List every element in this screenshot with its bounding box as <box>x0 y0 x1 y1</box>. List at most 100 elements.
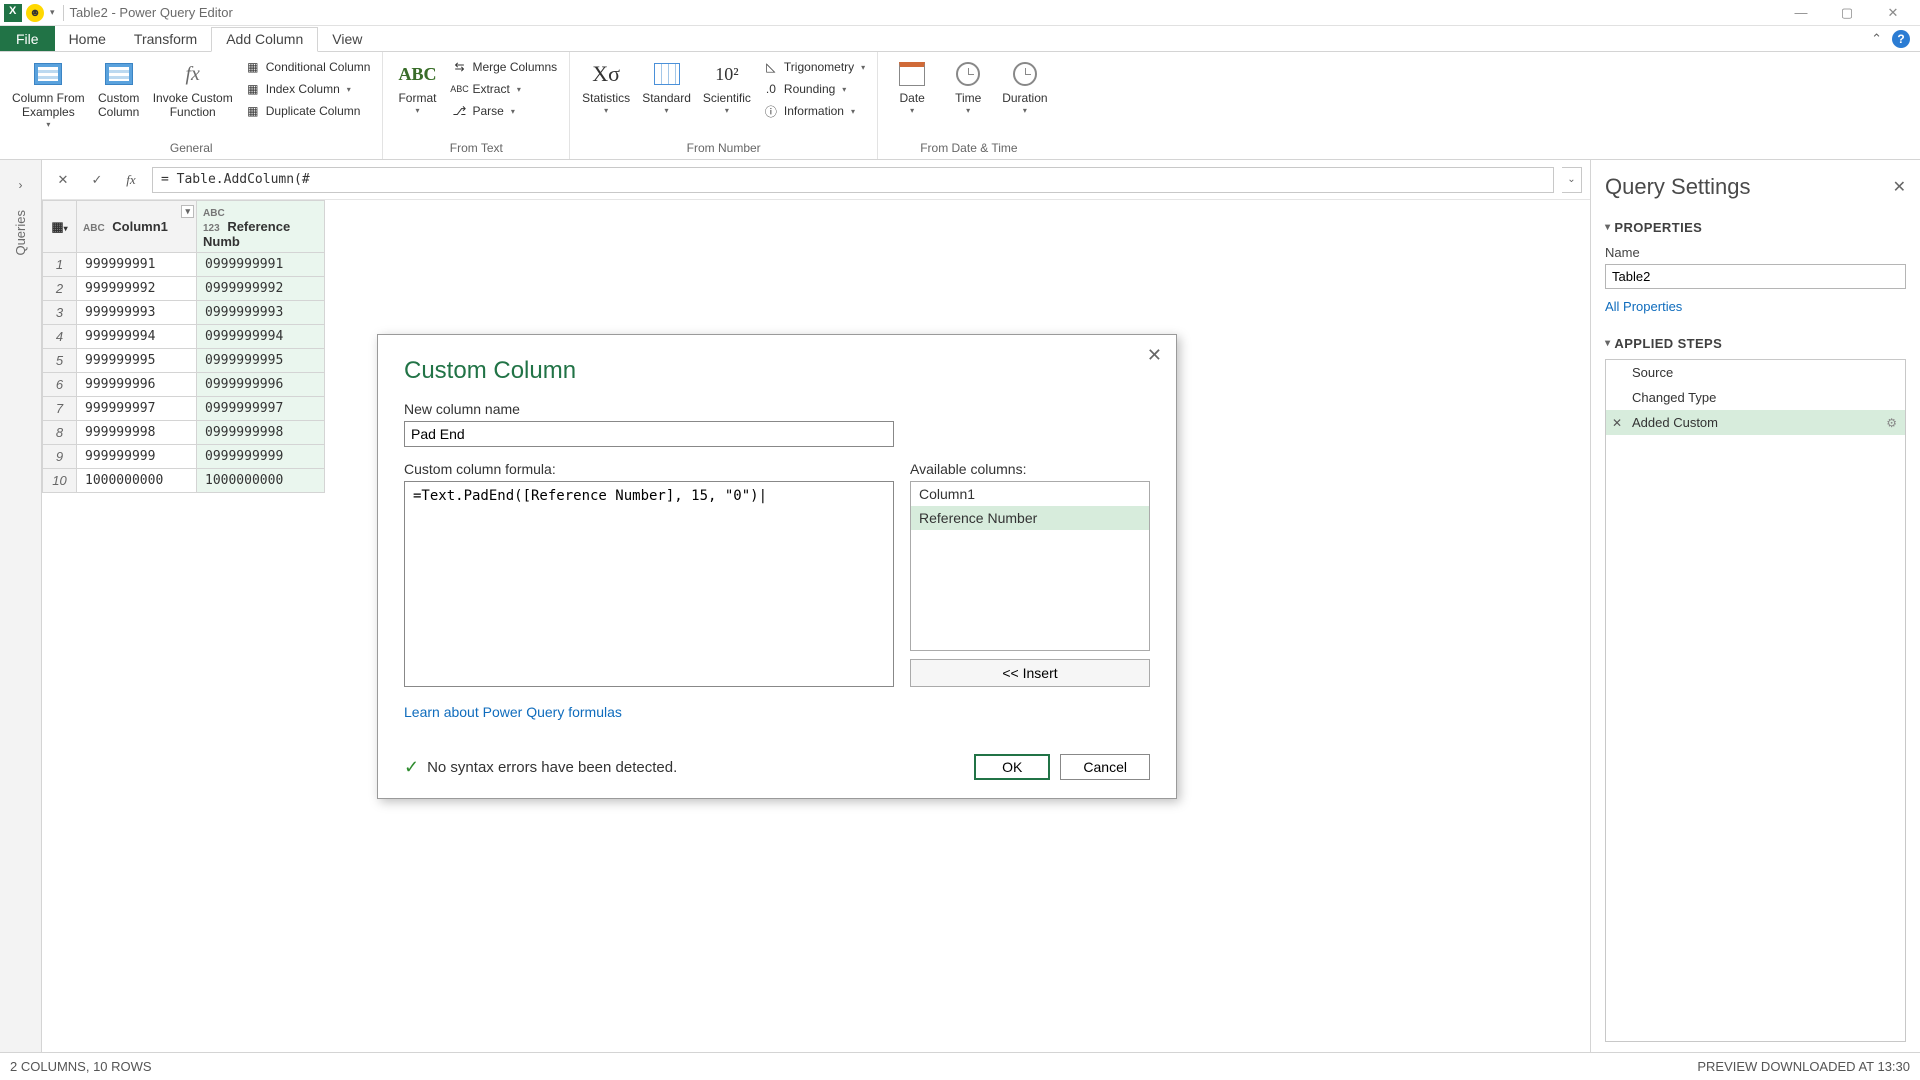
duration-icon <box>1013 62 1037 86</box>
conditional-column-button[interactable]: ▦Conditional Column <box>243 58 373 76</box>
ribbon-group-from-number: Xσ Statistics▾ Standard▾ 10² Scientific▾… <box>570 52 878 159</box>
qat-dropdown-icon[interactable]: ▾ <box>48 7 57 18</box>
cell[interactable]: 999999999 <box>77 445 197 469</box>
date-button[interactable]: Date▾ <box>884 56 940 139</box>
properties-section-header[interactable]: PROPERTIES <box>1605 220 1906 235</box>
duration-button[interactable]: Duration▾ <box>996 56 1053 139</box>
row-header[interactable]: 2 <box>43 277 77 301</box>
applied-step[interactable]: Changed Type <box>1606 385 1905 410</box>
statistics-button[interactable]: Xσ Statistics▾ <box>576 56 636 139</box>
custom-column-button[interactable]: Custom Column <box>91 56 147 139</box>
collapse-ribbon-icon[interactable]: ⌃ <box>1871 31 1882 47</box>
applied-steps-section-header[interactable]: APPLIED STEPS <box>1605 336 1906 351</box>
row-header[interactable]: 4 <box>43 325 77 349</box>
row-header[interactable]: 3 <box>43 301 77 325</box>
applied-step[interactable]: Source <box>1606 360 1905 385</box>
expand-queries-icon[interactable]: › <box>19 178 23 192</box>
cell[interactable]: 0999999993 <box>197 301 325 325</box>
row-header[interactable]: 5 <box>43 349 77 373</box>
tab-view[interactable]: View <box>318 26 376 51</box>
cell[interactable]: 999999994 <box>77 325 197 349</box>
row-header[interactable]: 8 <box>43 421 77 445</box>
delete-step-icon[interactable]: ✕ <box>1612 416 1622 430</box>
tab-file[interactable]: File <box>0 26 55 51</box>
tab-add-column[interactable]: Add Column <box>211 27 318 52</box>
available-column-item[interactable]: Column1 <box>911 482 1149 506</box>
formula-label: Custom column formula: <box>404 461 894 477</box>
column-from-examples-button[interactable]: Column From Examples ▾ <box>6 56 91 139</box>
cell[interactable]: 999999998 <box>77 421 197 445</box>
cell[interactable]: 0999999995 <box>197 349 325 373</box>
formula-bar: ✕ ✓ fx ⌄ <box>42 160 1590 200</box>
dialog-close-button[interactable]: ✕ <box>1147 345 1162 366</box>
column-header-reference-number[interactable]: ABC123 Reference Numb <box>197 201 325 253</box>
formula-textarea[interactable] <box>404 481 894 687</box>
invoke-custom-function-button[interactable]: fx Invoke Custom Function <box>147 56 239 139</box>
row-header[interactable]: 1 <box>43 253 77 277</box>
feedback-smiley-icon[interactable]: ☻ <box>26 4 44 22</box>
window-minimize-button[interactable]: — <box>1778 0 1824 26</box>
cell[interactable]: 999999991 <box>77 253 197 277</box>
cell[interactable]: 0999999992 <box>197 277 325 301</box>
fx-icon[interactable]: fx <box>118 167 144 193</box>
cell[interactable]: 999999995 <box>77 349 197 373</box>
information-button[interactable]: ⓘInformation▾ <box>761 102 867 120</box>
window-close-button[interactable]: ✕ <box>1870 0 1916 26</box>
rounding-button[interactable]: .0Rounding▾ <box>761 80 867 98</box>
insert-column-button[interactable]: << Insert <box>910 659 1150 687</box>
cancel-button[interactable]: Cancel <box>1060 754 1150 780</box>
accept-formula-button[interactable]: ✓ <box>84 167 110 193</box>
step-settings-icon[interactable]: ⚙ <box>1886 416 1897 430</box>
new-column-name-input[interactable] <box>404 421 894 447</box>
sigma-icon: Xσ <box>592 61 620 87</box>
available-column-item[interactable]: Reference Number <box>911 506 1149 530</box>
query-name-input[interactable] <box>1605 264 1906 289</box>
trigonometry-button[interactable]: ◺Trigonometry▾ <box>761 58 867 76</box>
cell[interactable]: 999999993 <box>77 301 197 325</box>
cell[interactable]: 1000000000 <box>197 469 325 493</box>
tab-transform[interactable]: Transform <box>120 26 211 51</box>
grid-corner[interactable]: ▦▾ <box>43 201 77 253</box>
index-column-button[interactable]: ▦Index Column▾ <box>243 80 373 98</box>
column-header-column1[interactable]: ABC Column1 ▾ <box>77 201 197 253</box>
cell[interactable]: 0999999998 <box>197 421 325 445</box>
cell[interactable]: 999999996 <box>77 373 197 397</box>
cell[interactable]: 0999999997 <box>197 397 325 421</box>
row-header[interactable]: 6 <box>43 373 77 397</box>
row-header[interactable]: 9 <box>43 445 77 469</box>
row-header[interactable]: 7 <box>43 397 77 421</box>
formula-input[interactable] <box>152 167 1554 193</box>
parse-button[interactable]: ⎇Parse▾ <box>449 102 559 120</box>
cell[interactable]: 0999999996 <box>197 373 325 397</box>
tab-home[interactable]: Home <box>55 26 120 51</box>
cancel-formula-button[interactable]: ✕ <box>50 167 76 193</box>
cell[interactable]: 999999992 <box>77 277 197 301</box>
row-header[interactable]: 10 <box>43 469 77 493</box>
cell[interactable]: 999999997 <box>77 397 197 421</box>
cell[interactable]: 0999999994 <box>197 325 325 349</box>
help-icon[interactable]: ? <box>1892 30 1910 48</box>
cell[interactable]: 1000000000 <box>77 469 197 493</box>
info-icon: ⓘ <box>763 103 779 119</box>
extract-button[interactable]: ABCExtract▾ <box>449 80 559 98</box>
group-label-general: General <box>6 139 376 159</box>
time-button[interactable]: Time▾ <box>940 56 996 139</box>
dialog-title: Custom Column <box>404 357 1150 385</box>
cell[interactable]: 0999999991 <box>197 253 325 277</box>
applied-steps-list: Source Changed Type ✕ Added Custom ⚙ <box>1605 359 1906 1042</box>
column-filter-icon[interactable]: ▾ <box>181 205 194 218</box>
scientific-button[interactable]: 10² Scientific▾ <box>697 56 757 139</box>
close-settings-button[interactable]: ✕ <box>1893 177 1906 197</box>
format-button[interactable]: ABC Format ▾ <box>389 56 445 139</box>
standard-button[interactable]: Standard▾ <box>636 56 697 139</box>
merge-columns-button[interactable]: ⇆Merge Columns <box>449 58 559 76</box>
all-properties-link[interactable]: All Properties <box>1605 299 1906 314</box>
window-maximize-button[interactable]: ▢ <box>1824 0 1870 26</box>
formula-expand-icon[interactable]: ⌄ <box>1562 167 1582 193</box>
applied-step[interactable]: ✕ Added Custom ⚙ <box>1606 410 1905 435</box>
queries-pane-collapsed[interactable]: › Queries <box>0 160 42 1052</box>
learn-formulas-link[interactable]: Learn about Power Query formulas <box>404 704 622 720</box>
cell[interactable]: 0999999999 <box>197 445 325 469</box>
ok-button[interactable]: OK <box>974 754 1050 780</box>
duplicate-column-button[interactable]: ▦Duplicate Column <box>243 102 373 120</box>
